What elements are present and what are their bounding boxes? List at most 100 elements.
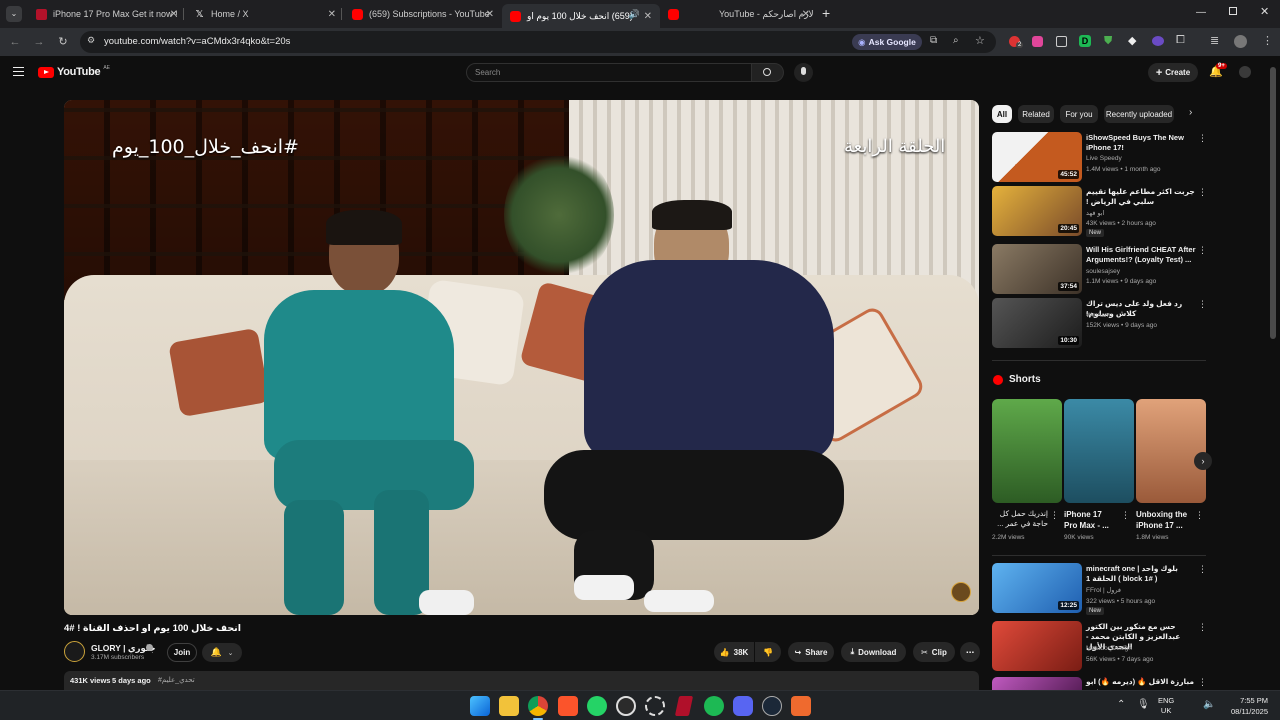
browser-tab[interactable]: iPhone 17 Pro Max Get it now ! ✕ (28, 4, 186, 24)
short-title[interactable]: Unboxing the iPhone 17 ... (1136, 509, 1194, 531)
description-box[interactable]: 431K views 5 days ago #تحدي_عليم (64, 671, 979, 690)
more-vertical-icon[interactable]: ⋮ (1198, 677, 1207, 688)
app-red-icon[interactable] (674, 696, 694, 716)
app-g-icon[interactable] (616, 696, 636, 716)
windows-start-icon[interactable] (470, 696, 490, 716)
whatsapp-icon[interactable] (587, 696, 607, 716)
download-button[interactable]: ⤓ Download (841, 642, 906, 662)
recommendation-channel[interactable]: Matador Design (1086, 644, 1196, 653)
chevron-up-icon[interactable]: ⌃ (1117, 699, 1125, 710)
profile-avatar[interactable] (1234, 35, 1247, 48)
chrome-icon[interactable] (528, 696, 548, 716)
reload-icon[interactable]: ↻ (56, 35, 70, 49)
browser-tab[interactable]: 𝕏 Home / X ✕ (186, 4, 344, 24)
channel-watermark-icon[interactable] (951, 582, 971, 602)
spotify-icon[interactable] (704, 696, 724, 716)
language-indicator[interactable]: ENG UK (1158, 696, 1174, 716)
forward-icon[interactable]: → (32, 35, 46, 49)
extension-d-icon[interactable]: D (1079, 35, 1091, 47)
address-text[interactable]: youtube.com/watch?v=aCMdx3r4qko&t=20s (104, 36, 290, 47)
create-button[interactable]: + Create (1148, 63, 1198, 82)
short-thumbnail[interactable] (992, 399, 1062, 503)
new-tab-button[interactable]: + (822, 5, 830, 21)
reading-list-icon[interactable]: ≣ (1210, 34, 1219, 47)
bookmark-star-icon[interactable]: ☆ (975, 34, 985, 47)
video-thumbnail[interactable]: 10:30 (992, 298, 1082, 348)
share-button[interactable]: ↪ Share (788, 642, 834, 662)
like-button[interactable]: 👍 38K (714, 642, 754, 662)
shorts-next-button[interactable]: › (1194, 452, 1212, 470)
steam-icon[interactable] (762, 696, 782, 716)
microphone-tray-icon[interactable]: 🎙 (1137, 699, 1150, 710)
audio-playing-icon[interactable]: 🔊 (629, 9, 640, 20)
video-thumbnail[interactable]: 12:25 (992, 563, 1082, 613)
more-vertical-icon[interactable]: ⋮ (1198, 564, 1207, 575)
youtube-logo[interactable]: YouTube AE (38, 65, 110, 78)
short-thumbnail[interactable] (1136, 399, 1206, 503)
filter-chip-all[interactable]: All (992, 105, 1012, 123)
close-icon[interactable]: ✕ (328, 9, 336, 20)
more-vertical-icon[interactable]: ⋮ (1198, 245, 1207, 256)
recommendation-channel[interactable]: FFrol | فرول (1086, 586, 1196, 595)
filter-chip-recently-uploaded[interactable]: Recently uploaded (1104, 105, 1174, 123)
short-title[interactable]: إندريك حمل كل حاجة في عمر ... (992, 509, 1048, 529)
voice-search-button[interactable] (794, 63, 813, 82)
extension-pink-icon[interactable] (1032, 36, 1043, 47)
app-orange-icon[interactable] (791, 696, 811, 716)
extension-diamond-icon[interactable]: ◆ (1128, 34, 1136, 47)
close-icon[interactable]: ✕ (802, 9, 810, 20)
address-bar[interactable]: ⚙ youtube.com/watch?v=aCMdx3r4qko&t=20s … (80, 31, 996, 53)
recommendation-channel[interactable]: ابو فهد (1086, 209, 1196, 218)
video-thumbnail[interactable]: 20:45 (992, 186, 1082, 236)
chevron-right-icon[interactable]: › (1189, 107, 1192, 118)
video-thumbnail[interactable]: 37:54 (992, 244, 1082, 294)
extensions-puzzle-icon[interactable]: ⧠ (1176, 34, 1185, 47)
app-loader-icon[interactable] (645, 696, 665, 716)
tab-list-dropdown-icon[interactable]: ⌄ (6, 6, 22, 22)
browser-tab[interactable]: (659) Subscriptions - YouTube ✕ (344, 4, 502, 24)
more-vertical-icon[interactable]: ⋮ (1198, 299, 1207, 310)
short-title[interactable]: iPhone 17 Pro Max - ... (1064, 509, 1116, 531)
clip-button[interactable]: ✂ Clip (913, 642, 955, 662)
close-icon[interactable]: ✕ (170, 9, 178, 20)
more-actions-button[interactable]: ⋯ (960, 642, 980, 662)
join-button[interactable]: Join (167, 643, 197, 662)
video-thumbnail[interactable] (992, 621, 1082, 671)
recommendation-title[interactable]: Will His Girlfriend CHEAT After Argument… (1086, 245, 1196, 265)
window-minimize-icon[interactable]: — (1196, 7, 1206, 18)
channel-avatar[interactable] (64, 641, 85, 662)
extension-shield-icon[interactable]: ⛊ (1104, 35, 1112, 48)
browser-menu-icon[interactable]: ⋮ (1262, 34, 1273, 47)
more-vertical-icon[interactable]: ⋮ (1050, 510, 1059, 521)
site-info-icon[interactable]: ⚙ (87, 35, 95, 46)
subscribed-bell-button[interactable]: 🔔 ⌄ (202, 643, 242, 662)
hashtag[interactable]: #تحدي_عليم (158, 676, 195, 684)
ask-google-button[interactable]: ◉ Ask Google (852, 34, 922, 50)
close-icon[interactable]: ✕ (486, 9, 494, 20)
video-thumbnail[interactable] (992, 677, 1082, 690)
filter-chip-related[interactable]: Related (1018, 105, 1054, 123)
recommendation-channel[interactable]: soulesajsey (1086, 267, 1196, 276)
recommendation-channel[interactable]: Live Speedy (1086, 154, 1196, 163)
search-button[interactable] (752, 63, 784, 82)
recommendation-title[interactable]: iShowSpeed Buys The New iPhone 17! (1086, 133, 1196, 153)
filter-chip-for-you[interactable]: For you (1060, 105, 1098, 123)
more-vertical-icon[interactable]: ⋮ (1198, 187, 1207, 198)
recommendation-title[interactable]: جربت اكثر مطاعم عليها تقييم سلبي في الري… (1086, 187, 1196, 207)
window-close-icon[interactable]: ✕ (1260, 5, 1269, 18)
more-vertical-icon[interactable]: ⋮ (1198, 133, 1207, 144)
recommendation-channel[interactable]: We Aam (1086, 311, 1196, 320)
brave-icon[interactable] (558, 696, 578, 716)
more-vertical-icon[interactable]: ⋮ (1121, 510, 1130, 521)
recommendation-title[interactable]: minecraft one | بلوك واحد الحلقة 1 ( blo… (1086, 564, 1196, 584)
volume-icon[interactable]: 🔈 (1203, 699, 1215, 710)
search-input[interactable]: Search (466, 63, 752, 82)
clock[interactable]: 7:55 PM 08/11/2025 (1224, 695, 1268, 717)
browser-tab[interactable]: YouTube - لازم اصارحكم ✕ (660, 4, 818, 24)
file-explorer-icon[interactable] (499, 696, 519, 716)
video-player[interactable]: #انحف_خلال_100_يوم الحلقة الرابعة (64, 100, 979, 615)
close-icon[interactable]: ✕ (644, 11, 652, 22)
more-vertical-icon[interactable]: ⋮ (1195, 510, 1204, 521)
video-thumbnail[interactable]: 45:52 (992, 132, 1082, 182)
install-app-icon[interactable]: ⧉ (930, 35, 937, 46)
